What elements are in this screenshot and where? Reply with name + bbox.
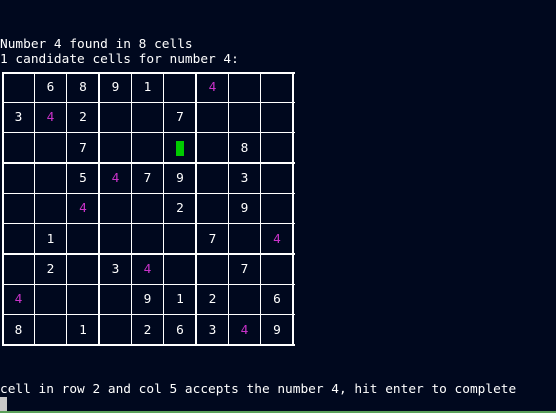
board-cell — [100, 315, 131, 345]
board-cell — [35, 315, 66, 345]
board-cell — [35, 133, 66, 163]
board-cell: 7 — [79, 140, 87, 156]
board-cell: 7 — [240, 262, 249, 277]
board-cell: 5 — [79, 171, 87, 186]
board-cell: 2 — [208, 292, 217, 307]
board-cell — [3, 133, 34, 163]
board-cell — [261, 133, 293, 163]
prompt-message: cell in row 2 and col 5 accepts the numb… — [0, 382, 517, 397]
board-cell — [261, 73, 293, 102]
board-cell — [229, 73, 260, 102]
board-cell — [229, 103, 260, 132]
board-cell: 6 — [176, 322, 184, 338]
terminal-cursor[interactable] — [0, 397, 7, 411]
board-cell — [67, 285, 99, 314]
board-cell — [164, 73, 196, 102]
board-cell — [197, 255, 228, 284]
board-cell — [67, 255, 99, 284]
board-cell — [35, 194, 66, 223]
board-cell: 8 — [14, 322, 23, 338]
board-cell — [132, 103, 163, 132]
board-cell: 4 — [240, 322, 249, 338]
board-cell — [197, 164, 228, 193]
board-cell: 1 — [176, 292, 184, 307]
board-cell: 6 — [46, 80, 55, 95]
board-cell — [229, 224, 260, 254]
board-cell — [164, 255, 196, 284]
board-cell — [261, 164, 293, 193]
board-cell — [164, 224, 196, 254]
board-cell: 2 — [176, 201, 184, 216]
board-cell: 3 — [240, 171, 249, 186]
board-cell: 4 — [111, 171, 120, 186]
board-cell: 2 — [46, 262, 55, 277]
board-cell: 7 — [176, 110, 184, 125]
board-cell: 9 — [240, 201, 249, 216]
board-cell: 9 — [143, 292, 152, 307]
candidate-cell-marker — [176, 141, 184, 156]
board-cell — [3, 255, 34, 284]
board-cell — [3, 73, 34, 102]
board-cell: 4 — [14, 292, 23, 307]
board-cell: 7 — [208, 231, 217, 247]
board-cell — [3, 194, 34, 223]
board-cell: 8 — [79, 80, 87, 95]
board-cell — [197, 194, 228, 223]
board-cell — [67, 224, 99, 254]
board-cell — [197, 133, 228, 163]
board-cell: 4 — [143, 262, 152, 277]
board-cell: 1 — [79, 322, 87, 338]
board-cell: 9 — [273, 322, 281, 338]
board-cell: 9 — [176, 171, 184, 186]
board-cell — [35, 285, 66, 314]
board-cell — [261, 194, 293, 223]
board-cell: 1 — [143, 80, 152, 95]
board-cell: 3 — [111, 262, 120, 277]
board-cell: 4 — [79, 201, 87, 216]
board-cell — [229, 285, 260, 314]
board-cell — [261, 103, 293, 132]
candidate-count-message: 1 candidate cells for number 4: — [0, 52, 239, 67]
board-cell — [35, 164, 66, 193]
board-cell: 7 — [143, 171, 152, 186]
board-cell — [3, 224, 34, 254]
board-cell — [100, 194, 131, 223]
board-cell: 1 — [46, 231, 55, 247]
board-cell — [132, 194, 163, 223]
board-cell — [100, 285, 131, 314]
board-cell — [132, 133, 163, 163]
board-cell — [197, 103, 228, 132]
board-cell: 2 — [143, 322, 152, 338]
board-cell: 3 — [208, 322, 217, 338]
board-cell: 4 — [273, 231, 281, 247]
board-cell: 9 — [111, 80, 120, 95]
found-count-message: Number 4 found in 8 cells — [0, 37, 193, 52]
board-cell: 3 — [14, 110, 23, 125]
board-cell: 6 — [273, 292, 281, 307]
board-cell — [3, 164, 34, 193]
board-cell — [261, 255, 293, 284]
board-cell: 4 — [46, 110, 55, 125]
board-cell: 8 — [240, 140, 249, 156]
board-cell: 2 — [79, 110, 87, 125]
board-cell: 4 — [208, 80, 217, 95]
sudoku-board: 6 8 9 1 4 3 4 2 7 7 8 5 4 7 9 3 4 2 9 1 7 4 2 3 4 7 4 9 1 2 6 8 1 2 6 3 4 9 — [2, 72, 295, 346]
board-cell — [100, 133, 131, 163]
board-cell — [132, 224, 163, 254]
board-cell — [100, 103, 131, 132]
board-cell — [100, 224, 131, 254]
